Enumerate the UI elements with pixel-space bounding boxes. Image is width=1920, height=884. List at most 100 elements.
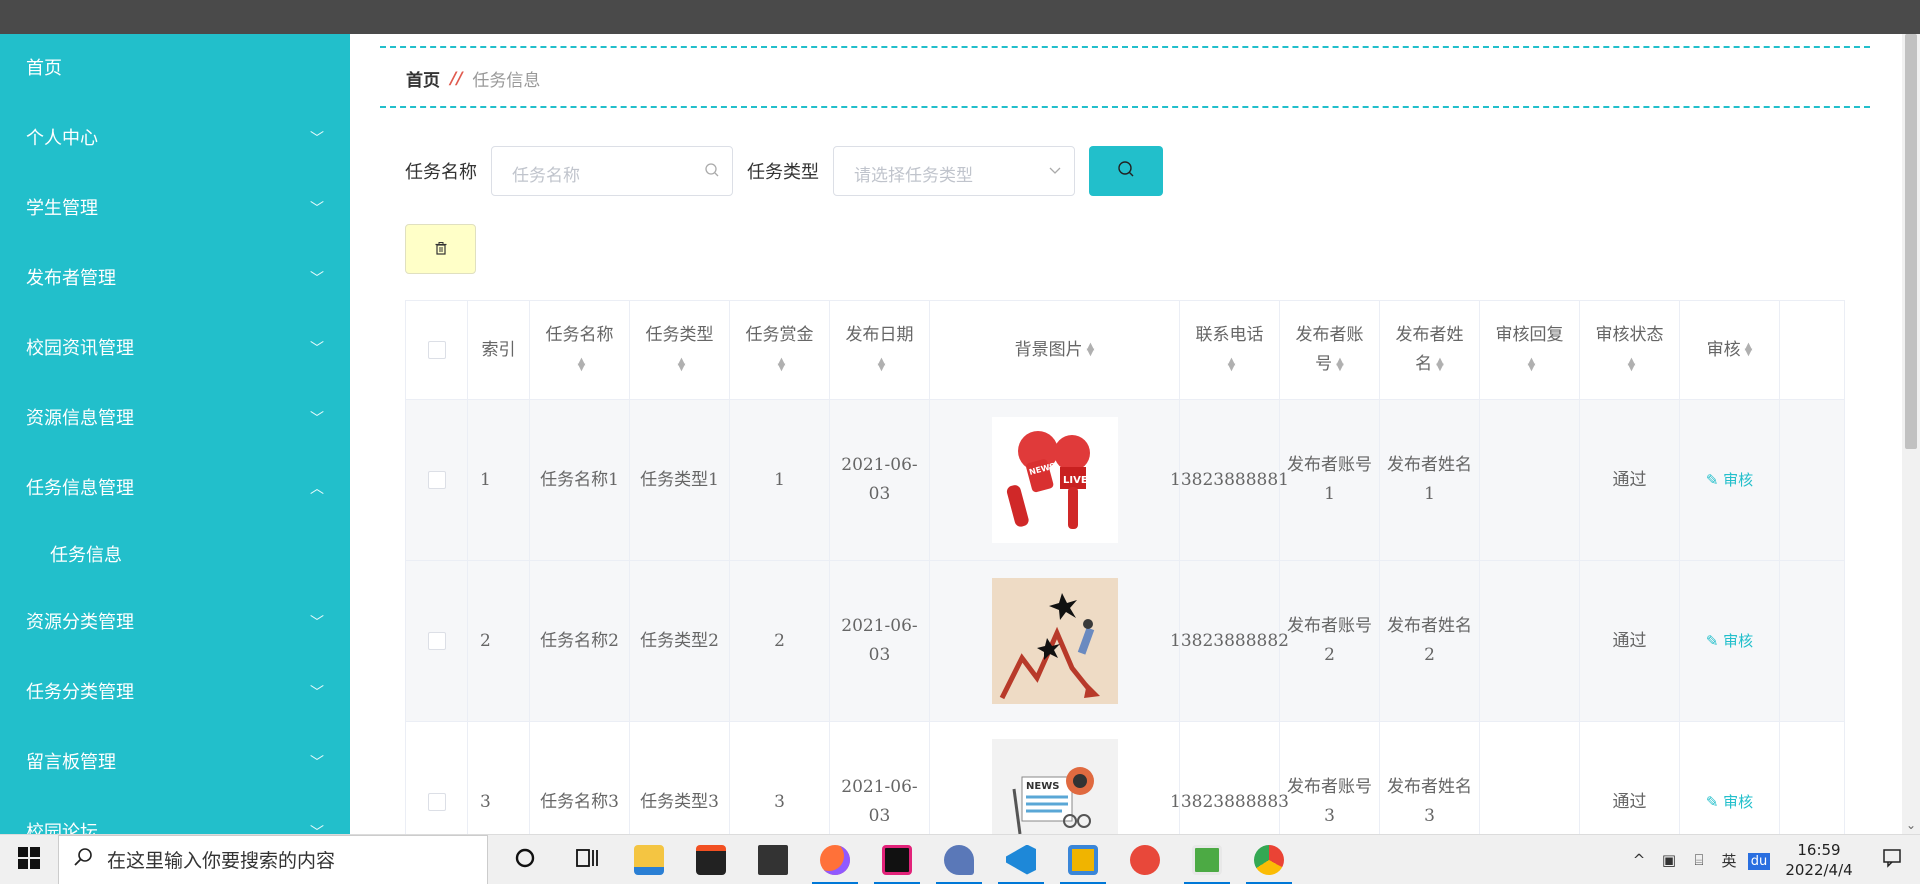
- header-task-type[interactable]: 任务类型 ▲ ▼: [630, 301, 730, 399]
- sidebar-item-label: 任务分类管理: [26, 682, 134, 703]
- store-button[interactable]: [680, 835, 742, 884]
- sort-icon[interactable]: ▲ ▼: [1228, 356, 1236, 372]
- row-checkbox[interactable]: [427, 632, 446, 650]
- task-type-select[interactable]: 请选择任务类型: [833, 146, 1075, 196]
- header-image[interactable]: 背景图片 ▲ ▼: [930, 301, 1180, 399]
- chevron-down-icon: ﹀: [310, 131, 324, 147]
- sort-icon[interactable]: ▲ ▼: [1336, 356, 1344, 372]
- sidebar-item-label: 资源分类管理: [26, 612, 134, 633]
- sort-icon[interactable]: ▲ ▼: [678, 356, 686, 372]
- falling-chart-icon[interactable]: [991, 578, 1118, 704]
- header-phone[interactable]: 联系电话 ▲ ▼: [1180, 301, 1280, 399]
- breadcrumb-current: 任务信息: [472, 71, 541, 91]
- sidebar-item-label: 留言板管理: [26, 752, 116, 773]
- intellij-button[interactable]: [866, 835, 928, 884]
- notifications-button[interactable]: [1864, 848, 1920, 872]
- audit-button[interactable]: ✎ 审核: [1706, 627, 1753, 656]
- scrollbar-thumb[interactable]: [1905, 34, 1917, 449]
- cell-task-name: 任务名称2: [530, 561, 630, 721]
- header-status[interactable]: 审核状态 ▲ ▼: [1580, 301, 1680, 399]
- sort-icon[interactable]: ▲ ▼: [1436, 356, 1444, 372]
- sidebar-item-home[interactable]: 首页: [0, 34, 350, 104]
- header-reward[interactable]: 任务赏金 ▲ ▼: [730, 301, 830, 399]
- scroll-down-icon[interactable]: ⌄: [1906, 818, 1916, 832]
- dolphin-icon: [944, 844, 974, 875]
- delete-button[interactable]: [405, 224, 476, 274]
- header-publisher[interactable]: 发布者姓名 ▲ ▼: [1380, 301, 1480, 399]
- sidebar-item-label: 资源信息管理: [26, 408, 134, 429]
- sort-icon[interactable]: ▲ ▼: [878, 356, 886, 372]
- header-index-label: 索引: [481, 339, 516, 360]
- header-account[interactable]: 发布者账号 ▲ ▼: [1280, 301, 1380, 399]
- row-checkbox[interactable]: [427, 793, 446, 811]
- snail-app-button[interactable]: [1114, 835, 1176, 884]
- search-button[interactable]: [1089, 146, 1163, 196]
- sidebar-item-personal-center[interactable]: 个人中心 ﹀: [0, 104, 350, 174]
- svg-text:LIVE: LIVE: [1063, 475, 1088, 486]
- baidu-icon[interactable]: du: [1744, 851, 1774, 870]
- cell-audit: ✎ 审核: [1680, 561, 1780, 721]
- sidebar-item-publishers[interactable]: 发布者管理 ﹀: [0, 244, 350, 314]
- sort-icon[interactable]: ▲ ▼: [1087, 342, 1095, 358]
- start-button[interactable]: [0, 835, 58, 884]
- sort-icon[interactable]: ▲ ▼: [1528, 356, 1536, 372]
- sidebar-item-tasks[interactable]: 任务信息管理 ︿: [0, 454, 350, 524]
- cortana-button[interactable]: [494, 835, 556, 884]
- task-view-button[interactable]: [556, 835, 618, 884]
- header-task-name[interactable]: 任务名称 ▲ ▼: [530, 301, 630, 399]
- breadcrumb-home[interactable]: 首页: [406, 66, 440, 91]
- tray-app-icon[interactable]: ▣: [1654, 851, 1684, 869]
- tray-expand-icon[interactable]: ^: [1624, 851, 1654, 869]
- chevron-down-icon: ﹀: [310, 271, 324, 287]
- sidebar-item-task-categories[interactable]: 任务分类管理 ﹀: [0, 658, 350, 728]
- file-explorer-button[interactable]: [618, 835, 680, 884]
- input-method-icon[interactable]: 英: [1714, 850, 1744, 871]
- cell-image: [930, 561, 1180, 721]
- mail-button[interactable]: [742, 835, 804, 884]
- vscode-button[interactable]: [990, 835, 1052, 884]
- sort-icon[interactable]: ▲ ▼: [1745, 342, 1753, 358]
- firefox-button[interactable]: [804, 835, 866, 884]
- taskbar-search-box[interactable]: 在这里输入你要搜索的内容: [58, 834, 488, 884]
- chart-app-button[interactable]: [1176, 835, 1238, 884]
- sidebar-item-message-board[interactable]: 留言板管理 ﹀: [0, 728, 350, 798]
- clock-date: 2022/4/4: [1785, 861, 1853, 879]
- edit-icon: ✎: [1705, 631, 1719, 650]
- cell-index: 1: [468, 400, 530, 560]
- notepad-app-button[interactable]: [1052, 835, 1114, 884]
- chevron-down-icon: ﹀: [310, 341, 324, 357]
- chevron-down-icon: ﹀: [310, 685, 324, 701]
- sidebar-item-resources[interactable]: 资源信息管理 ﹀: [0, 384, 350, 454]
- audit-label: 审核: [1723, 470, 1754, 489]
- header-audit[interactable]: 审核 ▲ ▼: [1680, 301, 1780, 399]
- taskbar-clock[interactable]: 16:59 2022/4/4: [1774, 840, 1864, 880]
- header-task-name-label: 任务名称: [545, 325, 614, 345]
- dolphin-app-button[interactable]: [928, 835, 990, 884]
- sidebar-subitem-task-info[interactable]: 任务信息: [0, 524, 350, 588]
- audit-button[interactable]: ✎ 审核: [1706, 466, 1753, 495]
- news-microphone-icon[interactable]: LIVE NEWS: [991, 417, 1118, 543]
- sidebar-item-campus-news[interactable]: 校园资讯管理 ﹀: [0, 314, 350, 384]
- sidebar-item-students[interactable]: 学生管理 ﹀: [0, 174, 350, 244]
- select-all-checkbox[interactable]: [427, 341, 446, 359]
- cell-reward: 1: [730, 400, 830, 560]
- sort-icon[interactable]: ▲ ▼: [578, 356, 586, 372]
- search-icon: [704, 162, 720, 182]
- chrome-icon: [1254, 844, 1284, 875]
- sort-icon[interactable]: ▲ ▼: [778, 356, 786, 372]
- header-reply[interactable]: 审核回复 ▲ ▼: [1480, 301, 1580, 399]
- sidebar-item-label: 学生管理: [26, 198, 98, 219]
- sort-icon[interactable]: ▲ ▼: [1628, 356, 1636, 372]
- sidebar-item-forum[interactable]: 校园论坛 ﹀: [0, 798, 350, 834]
- chevron-down-icon: ﹀: [310, 755, 324, 771]
- header-date[interactable]: 发布日期 ▲ ▼: [830, 301, 930, 399]
- row-checkbox[interactable]: [427, 471, 446, 489]
- cell-reply: [1480, 400, 1580, 560]
- sidebar-item-resource-categories[interactable]: 资源分类管理 ﹀: [0, 588, 350, 658]
- chrome-button[interactable]: [1238, 835, 1300, 884]
- task-name-input[interactable]: 任务名称: [491, 146, 733, 196]
- network-icon[interactable]: ⌸: [1684, 851, 1714, 869]
- vscode-icon: [1006, 844, 1036, 875]
- sidebar: 首页 个人中心 ﹀ 学生管理 ﹀ 发布者管理 ﹀ 校园资讯管理 ﹀ 资源信息管理 ﹀ 任务…: [0, 34, 350, 834]
- audit-button[interactable]: ✎ 审核: [1706, 788, 1753, 817]
